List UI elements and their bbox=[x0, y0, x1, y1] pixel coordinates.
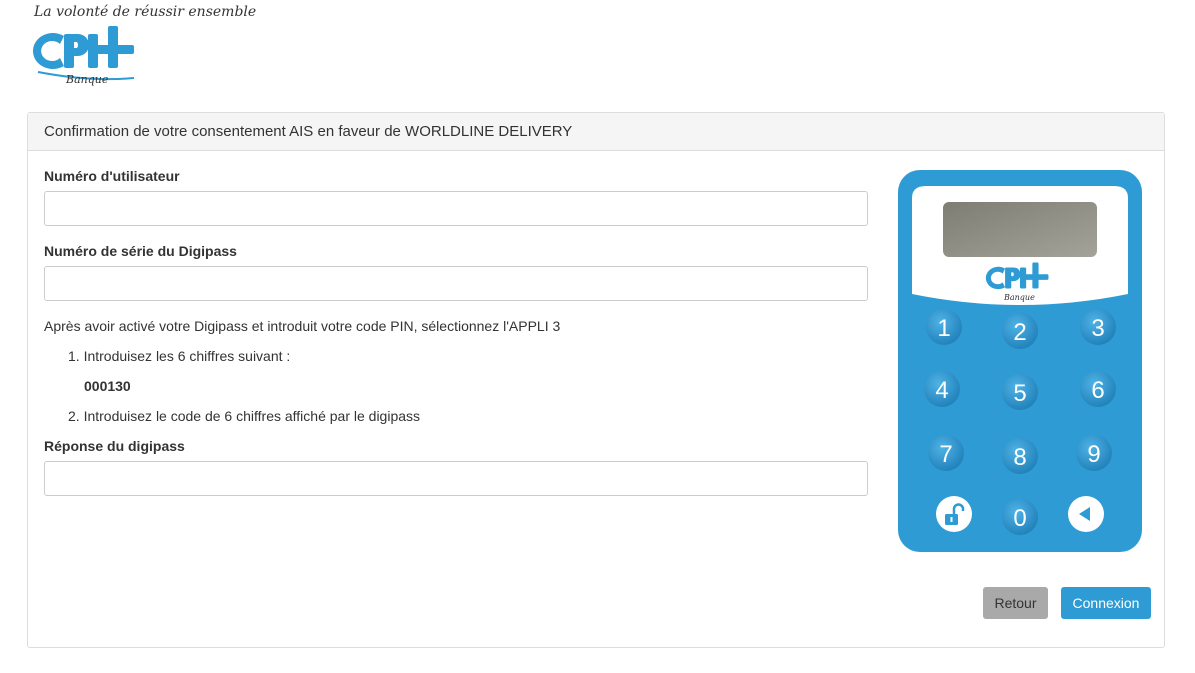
brand-tagline: La volonté de réussir ensemble bbox=[34, 4, 257, 20]
key-0-label: 0 bbox=[1013, 505, 1026, 532]
user-number-label: Numéro d'utilisateur bbox=[44, 168, 180, 184]
key-5-label: 5 bbox=[1013, 380, 1026, 407]
challenge-code: 000130 bbox=[84, 378, 131, 394]
arrow-left-key-icon bbox=[1068, 496, 1104, 532]
key-9-label: 9 bbox=[1087, 441, 1100, 468]
unlock-key-icon bbox=[936, 496, 972, 532]
digipass-response-input[interactable] bbox=[44, 461, 868, 496]
key-2-label: 2 bbox=[1013, 319, 1026, 346]
back-button[interactable]: Retour bbox=[983, 587, 1048, 619]
consent-panel: Confirmation de votre consentement AIS e… bbox=[27, 112, 1165, 648]
digipass-logo-subtitle: Banque bbox=[1003, 293, 1035, 302]
login-button[interactable]: Connexion bbox=[1061, 587, 1151, 619]
logo-subtitle: Banque bbox=[65, 73, 109, 86]
key-7-label: 7 bbox=[939, 441, 952, 468]
key-8-label: 8 bbox=[1013, 444, 1026, 471]
digipass-illustration: Banque 1 2 3 4 5 6 7 8 9 0 bbox=[898, 170, 1142, 552]
step-1-text: 1. Introduisez les 6 chiffres suivant : bbox=[68, 348, 291, 364]
digipass-serial-label: Numéro de série du Digipass bbox=[44, 243, 237, 259]
cph-logo-mark: Banque bbox=[32, 26, 135, 86]
digipass-response-label: Réponse du digipass bbox=[44, 438, 185, 454]
digipass-screen bbox=[943, 202, 1097, 257]
key-3-label: 3 bbox=[1091, 315, 1104, 342]
brand-logo: La volonté de réussir ensemble Banque bbox=[30, 4, 256, 88]
user-number-input[interactable] bbox=[44, 191, 868, 226]
key-1-label: 1 bbox=[937, 315, 950, 342]
digipass-serial-input[interactable] bbox=[44, 266, 868, 301]
key-6-label: 6 bbox=[1091, 377, 1104, 404]
panel-title: Confirmation de votre consentement AIS e… bbox=[28, 113, 1164, 151]
instructions-text: Après avoir activé votre Digipass et int… bbox=[44, 318, 561, 334]
key-4-label: 4 bbox=[935, 377, 948, 404]
step-2-text: 2. Introduisez le code de 6 chiffres aff… bbox=[68, 408, 421, 424]
